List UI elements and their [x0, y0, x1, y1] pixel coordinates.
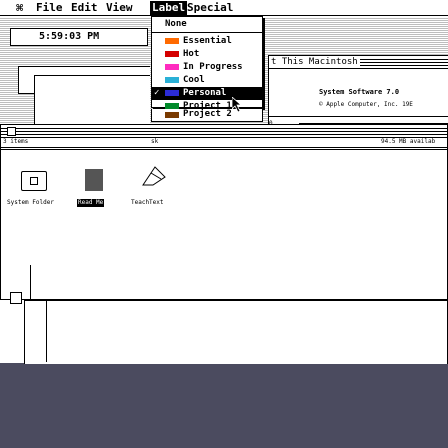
background-window: [34, 75, 150, 125]
color-swatch: [165, 64, 179, 70]
disk-label: sk: [151, 138, 159, 145]
icon-label-read-me[interactable]: Read Me: [77, 199, 105, 207]
menu-bar: ⌘ File Edit View Label Special: [0, 0, 448, 16]
label-menu-item-cool[interactable]: Cool: [152, 74, 262, 87]
available-space: 94.5 MB availab: [381, 138, 436, 145]
finder-window: 3 items sk 94.5 MB availab System Folder…: [0, 124, 448, 301]
teachtext-icon[interactable]: [139, 163, 169, 189]
label-menu-item-none[interactable]: None: [152, 18, 262, 31]
title-bar[interactable]: [1, 127, 447, 135]
label-menu-item-hot[interactable]: Hot: [152, 48, 262, 61]
label-menu-dropdown: None Essential Hot In Progress Cool ✓ Pe…: [151, 16, 263, 111]
close-box-icon[interactable]: [7, 127, 16, 136]
menu-special[interactable]: Special: [185, 1, 235, 15]
menu-view[interactable]: View: [104, 1, 135, 15]
color-swatch: [165, 90, 179, 96]
color-swatch: [165, 112, 179, 118]
read-me-document-icon[interactable]: [85, 169, 103, 191]
label-menu-item-in-progress[interactable]: In Progress: [152, 61, 262, 74]
menu-label[interactable]: Label: [150, 1, 188, 15]
checkmark-icon: ✓: [154, 88, 160, 98]
color-swatch: [165, 51, 179, 57]
icon-label-system-folder[interactable]: System Folder: [7, 199, 54, 207]
copyright: © Apple Computer, Inc. 19E: [319, 101, 413, 108]
icon-label-teachtext[interactable]: TeachText: [131, 199, 164, 207]
color-swatch: [165, 77, 179, 83]
system-name: System Software 7.0: [319, 88, 400, 96]
background-window: [24, 299, 448, 364]
system-folder-icon[interactable]: [21, 171, 47, 191]
menu-edit[interactable]: Edit: [69, 1, 100, 15]
apple-menu-icon[interactable]: ⌘: [14, 1, 25, 15]
label-menu-item-personal[interactable]: ✓ Personal: [152, 87, 262, 100]
items-count: 3 items: [3, 138, 29, 145]
color-swatch: [165, 38, 179, 44]
label-menu-item-essential[interactable]: Essential: [152, 35, 262, 48]
window-title: t This Macintosh: [269, 57, 360, 67]
menu-file[interactable]: File: [34, 1, 65, 15]
desktop-dark-area: [0, 363, 448, 448]
mouse-pointer-icon: [231, 96, 244, 113]
label-menu-item-project-2[interactable]: Project 2: [151, 109, 263, 122]
clock-time: 5:59:03 PM: [39, 31, 100, 42]
scroll-box-icon[interactable]: [10, 292, 22, 304]
menu-divider: [152, 32, 262, 33]
alarm-clock-window: 5:59:03 PM: [10, 28, 148, 46]
